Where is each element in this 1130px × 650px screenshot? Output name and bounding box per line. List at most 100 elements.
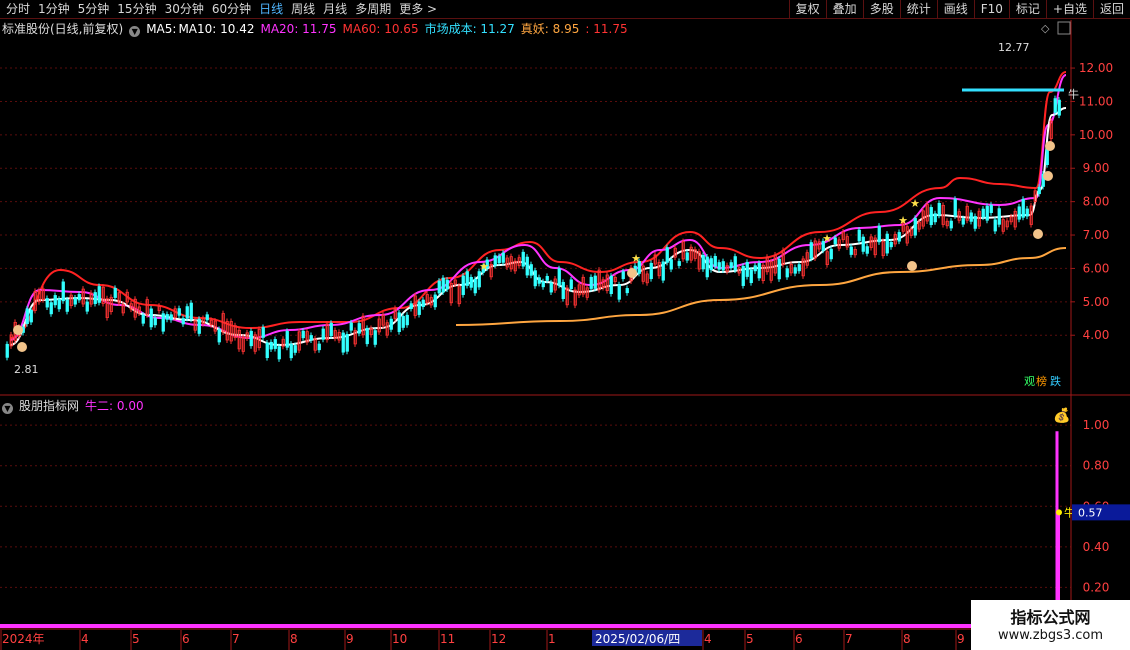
bang-tag: 榜: [1036, 374, 1047, 388]
candle-body: [669, 259, 673, 270]
candle-body: [189, 302, 193, 320]
candle-body: [929, 207, 933, 226]
ma60-line: [9, 71, 1067, 339]
bottom-magenta-bar: [0, 624, 1000, 628]
candle-body: [205, 314, 209, 321]
time-label: 5: [132, 632, 140, 646]
candle-body: [589, 276, 593, 289]
main-tick-label: 10.00: [1079, 128, 1113, 142]
candle-body: [685, 252, 689, 261]
time-label: 6: [182, 632, 190, 646]
candle-body: [677, 261, 681, 266]
watermark-url: www.zbgs3.com: [997, 628, 1104, 643]
ma20-line: [9, 74, 1067, 341]
candle-body: [549, 282, 553, 293]
candle-body: [533, 270, 537, 287]
candle-body: [341, 332, 345, 353]
candle-body: [833, 237, 837, 245]
candle-body: [569, 279, 573, 290]
candle-body: [149, 308, 153, 328]
candle-body: [409, 303, 413, 309]
candle-body: [165, 314, 169, 320]
candle-body: [717, 262, 721, 270]
time-label: 9: [957, 632, 965, 646]
candle-body: [961, 218, 965, 225]
candle-body: [249, 330, 253, 347]
diamond-icon[interactable]: ◇: [1041, 22, 1050, 35]
time-label: 11: [440, 632, 455, 646]
time-label: 9: [346, 632, 354, 646]
main-tick-label: 5.00: [1083, 295, 1110, 309]
candle-body: [181, 318, 185, 325]
zhenyao-line: [455, 247, 1067, 326]
candle-body: [97, 286, 101, 303]
hand-pointer-icon: [907, 261, 917, 271]
niu-label-main: 牛: [1068, 87, 1079, 101]
candle-body: [261, 327, 265, 338]
candle-body: [277, 346, 281, 360]
candle-body: [493, 255, 497, 266]
candle-body: [477, 271, 481, 288]
candle-body: [953, 198, 957, 217]
candle-body: [65, 299, 69, 312]
candle-body: [49, 302, 53, 315]
sub-tick-label: 1.00: [1083, 418, 1110, 432]
candle-body: [265, 342, 269, 358]
time-label: 7: [232, 632, 240, 646]
candle-body: [469, 276, 473, 288]
candle-body: [745, 261, 749, 277]
candle-body: [77, 294, 81, 301]
candle-body: [441, 277, 445, 293]
candle-body: [357, 323, 361, 334]
candle-body: [5, 343, 9, 358]
candle-body: [269, 341, 273, 350]
candle-body: [661, 261, 665, 281]
candle-body: [701, 254, 705, 270]
time-label: 6: [795, 632, 803, 646]
high-price-label: 12.77: [998, 41, 1030, 54]
candle-body: [593, 275, 597, 289]
candle-body: [169, 314, 173, 321]
main-tick-label: 8.00: [1083, 195, 1110, 209]
time-label: 12: [491, 632, 506, 646]
candle-body: [529, 264, 533, 276]
hand-pointer-icon: [1043, 171, 1053, 181]
candle-body: [29, 309, 33, 323]
candle-body: [545, 275, 549, 281]
candle-body: [365, 327, 369, 345]
candle-body: [757, 263, 761, 279]
candle-body: [161, 313, 165, 332]
candle-body: [153, 317, 157, 326]
candle-body: [933, 213, 937, 223]
candle-body: [1017, 206, 1021, 220]
main-tick-label: 12.00: [1079, 61, 1113, 75]
candle-body: [753, 265, 757, 272]
candle-body: [465, 271, 469, 286]
candle-body: [93, 292, 97, 304]
money-bag-icon: 💰: [1053, 407, 1070, 424]
candle-body: [73, 297, 77, 305]
candle-body: [885, 233, 889, 254]
candle-body: [649, 262, 653, 280]
niu-er-point: [1056, 509, 1062, 516]
hand-pointer-icon: [13, 325, 23, 335]
candle-body: [713, 255, 717, 267]
candle-body: [53, 295, 57, 306]
time-label: 10: [392, 632, 407, 646]
candle-body: [937, 202, 941, 216]
chart-canvas[interactable]: ◇ ★★★★★牛💰观榜跌牛 12.0011.0010.009.008.007.0…: [0, 0, 1130, 650]
low-price-label: 2.81: [14, 363, 39, 376]
candle-body: [877, 225, 881, 243]
hand-pointer-icon: [17, 342, 27, 352]
expand-icon[interactable]: [1057, 21, 1071, 35]
sub-tick-label: 0.80: [1083, 459, 1110, 473]
candle-body: [777, 258, 781, 280]
candle-body: [1021, 198, 1025, 218]
grid-lines: [0, 67, 1071, 588]
candle-body: [829, 248, 833, 260]
moving-average-lines: [5, 71, 1067, 628]
candle-body: [445, 279, 449, 290]
candle-body: [621, 271, 625, 280]
candle-body: [497, 256, 501, 264]
candle-body: [397, 312, 401, 333]
